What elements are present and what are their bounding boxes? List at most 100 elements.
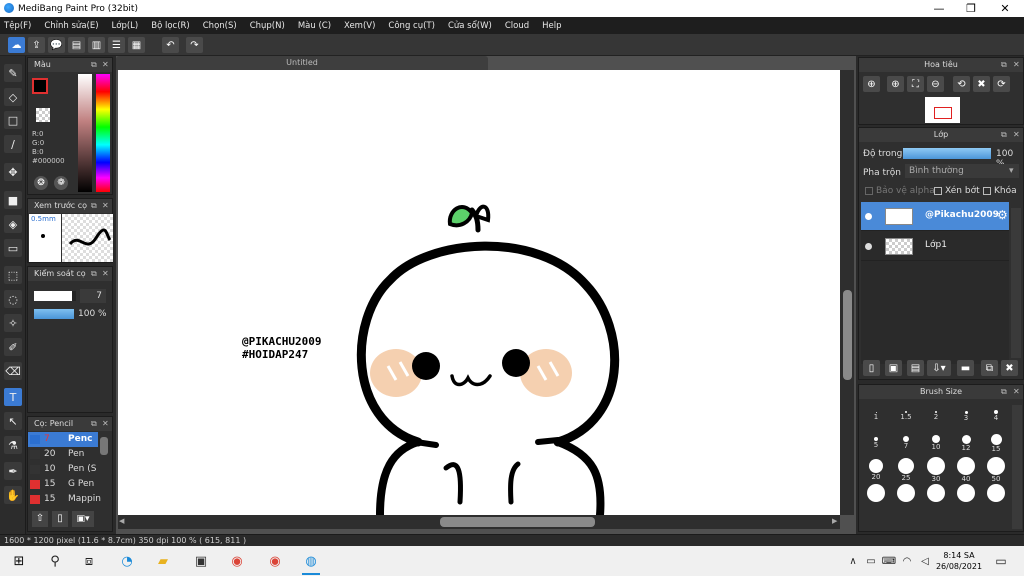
color-settings-icon[interactable]: ❁	[54, 176, 68, 190]
minimize-button[interactable]: —	[922, 0, 956, 17]
menu-cloud[interactable]: Cloud	[505, 21, 529, 31]
brush-list-scrollbar[interactable]	[100, 437, 108, 455]
rotate-right-icon[interactable]: ⟳	[993, 76, 1010, 92]
close-icon[interactable]: ✕	[1013, 385, 1020, 399]
navigator-thumbnail[interactable]	[925, 97, 960, 123]
select-rect-tool-icon[interactable]: ⬚	[4, 266, 22, 284]
new-brush-icon[interactable]: ▯	[52, 511, 68, 527]
fill-rect-tool-icon[interactable]: ■	[4, 191, 22, 209]
chrome-icon[interactable]: ◉	[228, 552, 246, 570]
menu-color[interactable]: Màu (C)	[298, 21, 331, 31]
clock[interactable]: 8:14 SA 26/08/2021	[934, 550, 984, 572]
transparent-swatch[interactable]	[36, 108, 50, 122]
zoom-in-icon[interactable]: ⊕	[863, 76, 880, 92]
hand-tool-icon[interactable]: ✋	[4, 486, 22, 504]
maximize-button[interactable]: ❐	[954, 0, 988, 17]
brightness-slider[interactable]	[78, 74, 92, 192]
brush-item-pen[interactable]: 20 Pen	[28, 447, 98, 462]
wifi-icon[interactable]: ◠	[898, 552, 916, 570]
menu-file[interactable]: Tệp(F)	[4, 21, 31, 31]
brush-size-cell[interactable]: 12	[951, 430, 981, 455]
delete-layer-icon[interactable]: ✖	[1001, 360, 1018, 376]
search-icon[interactable]: ⚲	[46, 552, 64, 570]
operation-tool-icon[interactable]: ↖	[4, 412, 22, 430]
cloud-icon[interactable]: ☁	[8, 37, 25, 53]
list-icon[interactable]: ☰	[108, 37, 125, 53]
close-icon[interactable]: ✕	[102, 417, 109, 431]
menu-edit[interactable]: Chỉnh sửa(E)	[44, 21, 98, 31]
close-icon[interactable]: ✕	[1013, 128, 1020, 142]
brush-size-cell[interactable]	[921, 484, 951, 509]
menu-layer[interactable]: Lớp(L)	[112, 21, 139, 31]
menu-tools[interactable]: Công cụ(T)	[388, 21, 435, 31]
message-icon[interactable]: ▤	[68, 37, 85, 53]
brush-size-cell[interactable]: 4	[981, 403, 1011, 428]
brush-size-cell[interactable]	[891, 484, 921, 509]
rotate-left-icon[interactable]: ⟲	[953, 76, 970, 92]
grid-icon[interactable]: ▦	[128, 37, 145, 53]
close-icon[interactable]: ✕	[102, 267, 109, 281]
brush-size-scrollbar[interactable]	[1012, 405, 1022, 529]
input-icon[interactable]: ⌨	[880, 552, 898, 570]
layer-opacity-slider[interactable]	[903, 148, 991, 159]
select-eraser-tool-icon[interactable]: ⌫	[4, 362, 22, 380]
brush-size-cell[interactable]: 15	[981, 430, 1011, 455]
eraser-tool-icon[interactable]: ◇	[4, 88, 22, 106]
scroll-left-icon[interactable]: ◀	[119, 517, 124, 525]
brush-size-cell[interactable]: 5	[861, 430, 891, 455]
medibang-taskbar-icon[interactable]: ◍	[302, 552, 320, 570]
file-explorer-icon[interactable]: ▰	[154, 552, 172, 570]
brush-size-slider[interactable]	[34, 291, 76, 301]
dropper-tool-icon[interactable]: ⚗	[4, 436, 22, 454]
eye-icon[interactable]	[865, 213, 872, 220]
undock-icon[interactable]: ⧉	[1001, 58, 1007, 72]
clipping-checkbox[interactable]: Xén bớt	[934, 186, 980, 196]
layer-row-lop1[interactable]: Lớp1	[861, 232, 1009, 261]
brush-size-cell[interactable]: 7	[891, 430, 921, 455]
undock-icon[interactable]: ⧉	[1001, 128, 1007, 142]
battery-icon[interactable]: ▭	[862, 552, 880, 570]
brush-size-cell[interactable]	[861, 484, 891, 509]
document-tab[interactable]: Untitled	[116, 56, 488, 70]
menu-help[interactable]: Help	[542, 21, 561, 31]
horizontal-scroll-thumb[interactable]	[440, 517, 595, 527]
store-icon[interactable]: ▣	[192, 552, 210, 570]
comment-icon[interactable]: 💬	[48, 37, 65, 53]
lasso-tool-icon[interactable]: ◌	[4, 290, 22, 308]
close-icon[interactable]: ✕	[102, 199, 109, 213]
close-icon[interactable]: ✕	[102, 58, 109, 72]
brush-size-cell[interactable]: 40	[951, 457, 981, 483]
brush-size-cell[interactable]: 10	[921, 430, 951, 455]
undock-icon[interactable]: ⧉	[1001, 385, 1007, 399]
reset-rotation-icon[interactable]: ✖	[973, 76, 990, 92]
drawing-canvas[interactable]: @PIKACHU2009 #HOIDAP247	[118, 70, 840, 515]
brush-size-cell[interactable]: 30	[921, 457, 951, 483]
task-view-icon[interactable]: ⧈	[80, 552, 98, 570]
brush-options-icon[interactable]: ▣▾	[72, 511, 94, 527]
close-icon[interactable]: ✕	[1013, 58, 1020, 72]
new-8bit-layer-icon[interactable]: ▤	[907, 360, 924, 376]
undock-icon[interactable]: ⧉	[91, 58, 97, 72]
foreground-color-swatch[interactable]	[32, 78, 48, 94]
palette-icon[interactable]: ❂	[34, 176, 48, 190]
zoom-in-alt-icon[interactable]: ⊕	[887, 76, 904, 92]
bucket-tool-icon[interactable]: ◈	[4, 215, 22, 233]
menu-view[interactable]: Xem(V)	[344, 21, 375, 31]
rect-tool-icon[interactable]: □	[4, 111, 22, 129]
brush-item-pencil[interactable]: 7 Penc	[28, 432, 98, 447]
undock-icon[interactable]: ⧉	[91, 417, 97, 431]
undo-icon[interactable]: ↶	[162, 37, 179, 53]
zoom-out-icon[interactable]: ⊖	[927, 76, 944, 92]
brush-size-cell[interactable]	[951, 484, 981, 509]
brush-size-cell[interactable]: 50	[981, 457, 1011, 483]
brush-size-cell[interactable]: 25	[891, 457, 921, 482]
lock-checkbox[interactable]: Khóa	[983, 186, 1017, 196]
menu-select[interactable]: Chọn(S)	[203, 21, 237, 31]
brush-opacity-slider[interactable]	[34, 309, 74, 319]
brush-size-cell[interactable]: 1	[861, 403, 891, 428]
brush-size-value[interactable]: 7	[80, 289, 106, 303]
gear-icon[interactable]: ⚙	[997, 208, 1008, 222]
new-layer-icon[interactable]: ▯	[863, 360, 880, 376]
edge-icon[interactable]: ◔	[118, 552, 136, 570]
layer-row-pikachu2009[interactable]: @Pikachu2009 ⚙	[861, 202, 1009, 231]
